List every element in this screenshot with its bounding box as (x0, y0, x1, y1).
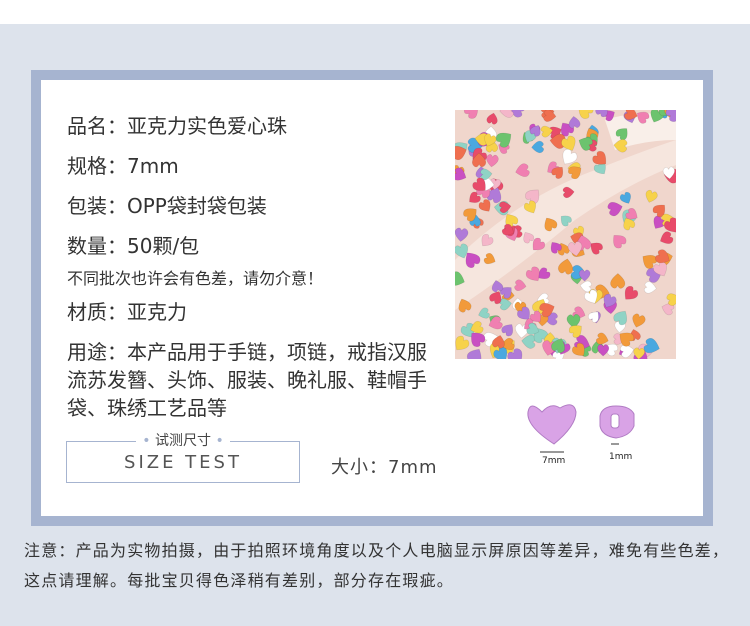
bead-width-label: 7mm (542, 456, 566, 466)
spec-quantity: 数量：50颗/包 (67, 234, 200, 258)
size-value: 大小：7mm (331, 457, 438, 478)
size-test-title-text: 试测尺寸 (155, 433, 211, 449)
spec-color-note: 不同批次也许会有色差，请勿介意！ (67, 269, 324, 288)
spec-packaging: 包装：OPP袋封袋包装 (67, 194, 267, 218)
bead-front-icon (527, 404, 577, 445)
spec-material: 材质：亚克力 (67, 300, 187, 324)
spec-size: 规格：7mm (67, 154, 179, 178)
bead-hole-label: 1mm (609, 452, 633, 462)
size-test-label: SIZE TEST (124, 451, 242, 473)
spec-usage: 用途：本产品用于手链，项链，戒指汉服流苏发簪、头饰、服装、晚礼服、鞋帽手袋、珠绣… (67, 340, 427, 420)
bead-hole-icon (610, 413, 620, 429)
dot-left-icon: • (142, 433, 151, 449)
beads-photo-image (455, 110, 676, 359)
size-test-title: • 试测尺寸 • (66, 430, 300, 450)
dot-right-icon: • (215, 433, 224, 449)
product-photo (455, 110, 676, 359)
notice-text: 注意：产品为实物拍摄，由于拍照环境角度以及个人电脑显示屏原因等差异，难免有些色差… (24, 541, 730, 590)
spec-name: 品名：亚克力实色爱心珠 (67, 114, 287, 138)
top-strip (0, 0, 750, 24)
